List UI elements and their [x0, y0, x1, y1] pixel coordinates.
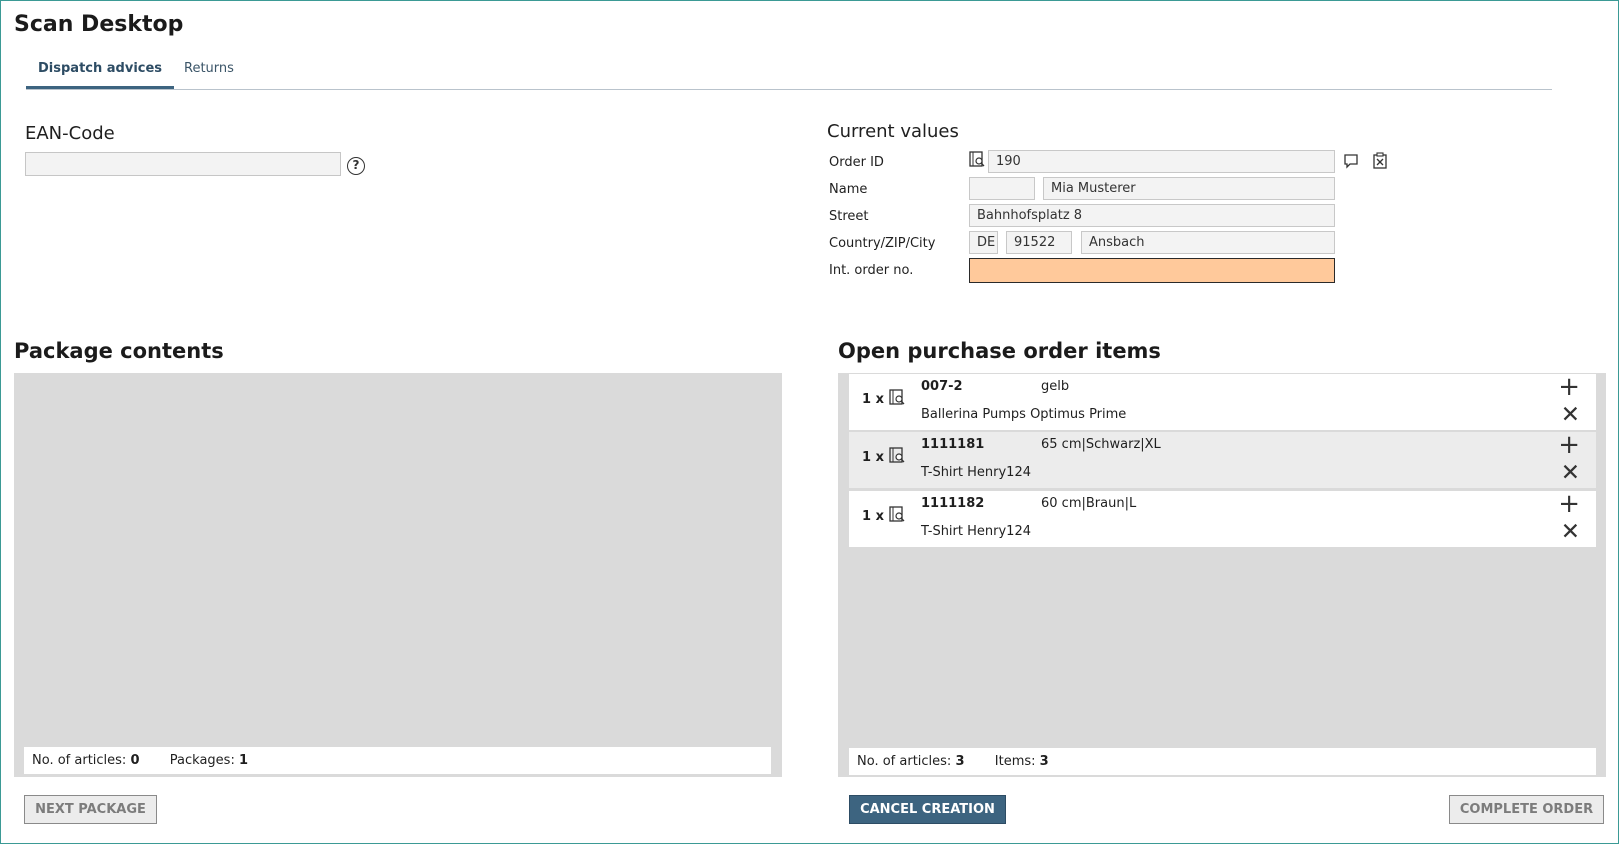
- items-label: Items:: [994, 754, 1036, 769]
- item-variant: 65 cm|Schwarz|XL: [1041, 437, 1161, 452]
- item-code: 1111182: [921, 496, 985, 511]
- clear-clipboard-icon[interactable]: [1372, 152, 1388, 169]
- salutation-field: [969, 177, 1035, 200]
- article-lookup-icon[interactable]: [889, 389, 905, 406]
- item-name: T-Shirt Henry124: [921, 465, 1031, 480]
- add-icon[interactable]: +: [1558, 432, 1580, 458]
- open-items-title: Open purchase order items: [838, 339, 1161, 363]
- complete-order-button[interactable]: Complete order: [1449, 795, 1604, 824]
- street-field: Bahnhofsplatz 8: [969, 204, 1335, 227]
- cancel-creation-button[interactable]: Cancel creation: [849, 795, 1006, 824]
- article-lookup-icon[interactable]: [889, 447, 905, 464]
- articles-label: No. of articles:: [32, 753, 127, 768]
- city-field: Ansbach: [1081, 231, 1335, 254]
- articles-count: 0: [130, 753, 140, 768]
- packages-count: 1: [238, 753, 249, 768]
- article-lookup-icon[interactable]: [889, 506, 905, 523]
- item-variant: 60 cm|Braun|L: [1041, 496, 1137, 511]
- open-items-footer: No. of articles: 3 Items: 3: [849, 748, 1596, 775]
- item-qty: 1 x: [862, 392, 884, 407]
- item-name: Ballerina Pumps Optimus Prime: [921, 407, 1127, 422]
- order-id-field: 190: [988, 150, 1335, 173]
- int-order-label: Int. order no.: [829, 263, 914, 278]
- tab-dispatch-advices[interactable]: Dispatch advices: [26, 58, 175, 89]
- item-variant: gelb: [1041, 379, 1070, 394]
- add-icon[interactable]: +: [1558, 491, 1580, 517]
- ean-label: EAN-Code: [25, 123, 115, 144]
- zip-field: 91522: [1006, 231, 1072, 254]
- name-field: Mia Musterer: [1043, 177, 1335, 200]
- item-name: T-Shirt Henry124: [921, 524, 1031, 539]
- package-contents-panel: [14, 373, 782, 777]
- item-qty: 1 x: [862, 450, 884, 465]
- name-label: Name: [829, 182, 868, 197]
- current-values-title: Current values: [827, 121, 959, 142]
- close-icon[interactable]: ✕: [1561, 403, 1580, 427]
- add-icon[interactable]: +: [1558, 374, 1580, 400]
- comment-icon[interactable]: [1343, 153, 1359, 169]
- tab-returns[interactable]: Returns: [172, 58, 246, 89]
- close-icon[interactable]: ✕: [1561, 520, 1580, 544]
- question-circle-icon[interactable]: ?: [347, 157, 365, 175]
- item-code: 007-2: [921, 379, 963, 394]
- package-footer: No. of articles: 0 Packages: 1: [24, 747, 771, 774]
- articles-label: No. of articles:: [857, 754, 952, 769]
- list-item: 1 x 1111182 60 cm|Braun|L T-Shirt Henry1…: [849, 491, 1596, 547]
- item-qty: 1 x: [862, 509, 884, 524]
- order-id-label: Order ID: [829, 155, 884, 170]
- item-code: 1111181: [921, 437, 985, 452]
- int-order-field[interactable]: [969, 258, 1335, 283]
- close-icon[interactable]: ✕: [1561, 461, 1580, 485]
- list-item: 1 x 007-2 gelb Ballerina Pumps Optimus P…: [849, 374, 1596, 430]
- country-field: DE: [969, 231, 998, 254]
- articles-count: 3: [955, 754, 965, 769]
- location-label: Country/ZIP/City: [829, 236, 936, 251]
- package-contents-title: Package contents: [14, 339, 224, 363]
- article-lookup-icon[interactable]: [969, 151, 985, 168]
- next-package-button[interactable]: Next package: [24, 795, 157, 824]
- ean-input[interactable]: [25, 152, 341, 176]
- items-count: 3: [1039, 754, 1049, 769]
- page-title: Scan Desktop: [14, 12, 184, 37]
- list-item: 1 x 1111181 65 cm|Schwarz|XL T-Shirt Hen…: [849, 432, 1596, 488]
- packages-label: Packages:: [169, 753, 235, 768]
- street-label: Street: [829, 209, 869, 224]
- tab-bar: Dispatch advices Returns: [26, 52, 1552, 90]
